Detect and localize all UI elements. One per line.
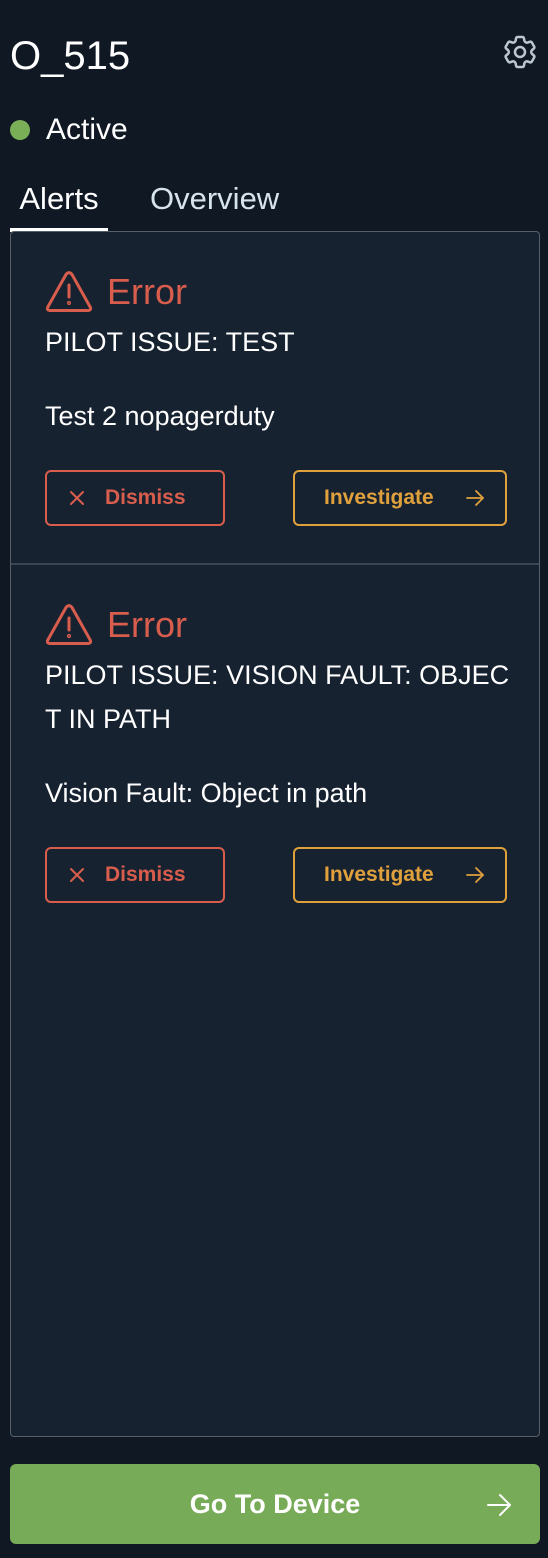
investigate-label: Investigate (324, 486, 434, 509)
device-title: O_515 (10, 34, 131, 78)
go-to-device-label: Go To Device (189, 1488, 361, 1519)
arrow-right-icon (466, 490, 484, 506)
dismiss-label: Dismiss (105, 863, 186, 886)
alerts-panel: Error PILOT ISSUE: TEST Test 2 nopagerdu… (10, 231, 540, 1437)
alert-card: Error PILOT ISSUE: VISION FAULT: OBJECT … (11, 565, 539, 937)
investigate-button[interactable]: Investigate (293, 847, 507, 903)
tab-alerts[interactable]: Alerts (10, 176, 108, 222)
alert-description: Vision Fault: Object in path (45, 778, 368, 808)
warning-triangle-icon (45, 271, 93, 312)
alert-severity: Error (45, 270, 187, 314)
warning-triangle-icon (45, 604, 93, 645)
dismiss-label: Dismiss (105, 486, 186, 509)
severity-label: Error (107, 604, 187, 645)
alert-description: Test 2 nopagerduty (45, 401, 275, 431)
dismiss-button[interactable]: Dismiss (45, 847, 225, 903)
close-icon (70, 491, 84, 505)
close-icon (70, 868, 84, 882)
arrow-right-icon (487, 1494, 511, 1516)
investigate-button[interactable]: Investigate (293, 470, 507, 526)
severity-label: Error (107, 271, 187, 312)
tab-overview[interactable]: Overview (150, 176, 279, 222)
gear-icon (504, 35, 536, 69)
status-dot (10, 120, 30, 140)
dismiss-button[interactable]: Dismiss (45, 470, 225, 526)
device-status: Active (10, 110, 128, 150)
status-label: Active (46, 113, 128, 146)
tab-bar: Alerts Overview (10, 176, 540, 232)
arrow-right-icon (466, 867, 484, 883)
alert-title: PILOT ISSUE: VISION FAULT: OBJECT IN PAT… (45, 660, 510, 734)
alert-title: PILOT ISSUE: TEST (45, 327, 295, 357)
alert-card: Error PILOT ISSUE: TEST Test 2 nopagerdu… (11, 232, 539, 565)
investigate-label: Investigate (324, 863, 434, 886)
go-to-device-button[interactable]: Go To Device (10, 1464, 540, 1544)
alert-severity: Error (45, 603, 187, 647)
header: O_515 (10, 32, 540, 82)
settings-button[interactable] (500, 32, 540, 72)
